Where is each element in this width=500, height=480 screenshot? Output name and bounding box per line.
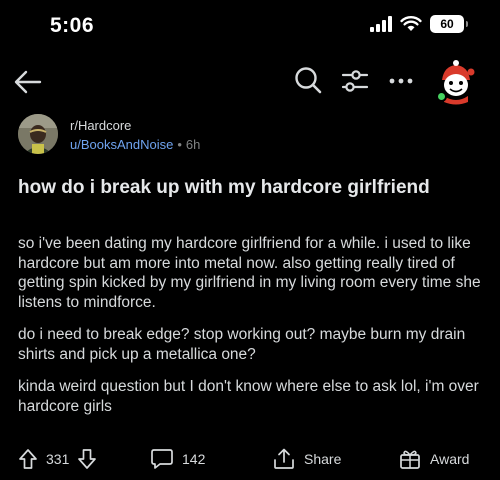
more-icon[interactable] (388, 68, 414, 94)
post-body: so i've been dating my hardcore girlfrie… (18, 234, 486, 429)
award-button[interactable]: Award (398, 448, 469, 470)
back-arrow-icon[interactable] (12, 66, 44, 98)
subreddit-name[interactable]: r/Hardcore (70, 118, 131, 133)
online-status-dot (436, 91, 447, 102)
post-paragraph: so i've been dating my hardcore girlfrie… (18, 235, 481, 311)
search-icon[interactable] (292, 64, 324, 96)
author-username[interactable]: u/BooksAndNoise (70, 137, 173, 152)
share-label: Share (304, 451, 342, 467)
share-icon (274, 448, 294, 469)
cellular-signal-icon (370, 16, 392, 32)
comment-count: 142 (182, 451, 206, 467)
status-bar: 5:06 60 (0, 0, 500, 52)
post-title: how do i break up with my hardcore girlf… (18, 177, 430, 198)
status-indicators: 60 (370, 15, 468, 33)
gift-icon (400, 450, 420, 469)
vote-count: 331 (46, 451, 70, 467)
nav-bar (0, 58, 500, 108)
battery-icon: 60 (430, 15, 468, 33)
wifi-icon (400, 16, 422, 31)
post-paragraph: do i need to break edge? stop working ou… (18, 326, 466, 363)
comment-icon (151, 449, 173, 469)
status-time: 5:06 (50, 14, 95, 37)
subreddit-avatar-image (18, 114, 58, 154)
comments-button[interactable]: 142 (150, 448, 205, 470)
post-action-bar: 331 142 Share Award (0, 444, 500, 474)
post-meta: u/BooksAndNoise • 6h (70, 137, 200, 152)
post-header: r/Hardcore u/BooksAndNoise • 6h (18, 114, 478, 158)
vote-group: 331 (18, 448, 97, 470)
award-label: Award (430, 451, 470, 467)
downvote-icon[interactable] (77, 448, 97, 470)
share-button[interactable]: Share (272, 448, 341, 470)
post-age: 6h (185, 137, 201, 152)
sort-filter-icon[interactable] (340, 66, 370, 96)
subreddit-avatar[interactable] (18, 114, 58, 154)
post-paragraph: kinda weird question but I don't know wh… (18, 378, 479, 415)
meta-separator: • (177, 137, 182, 152)
upvote-icon[interactable] (18, 448, 38, 470)
